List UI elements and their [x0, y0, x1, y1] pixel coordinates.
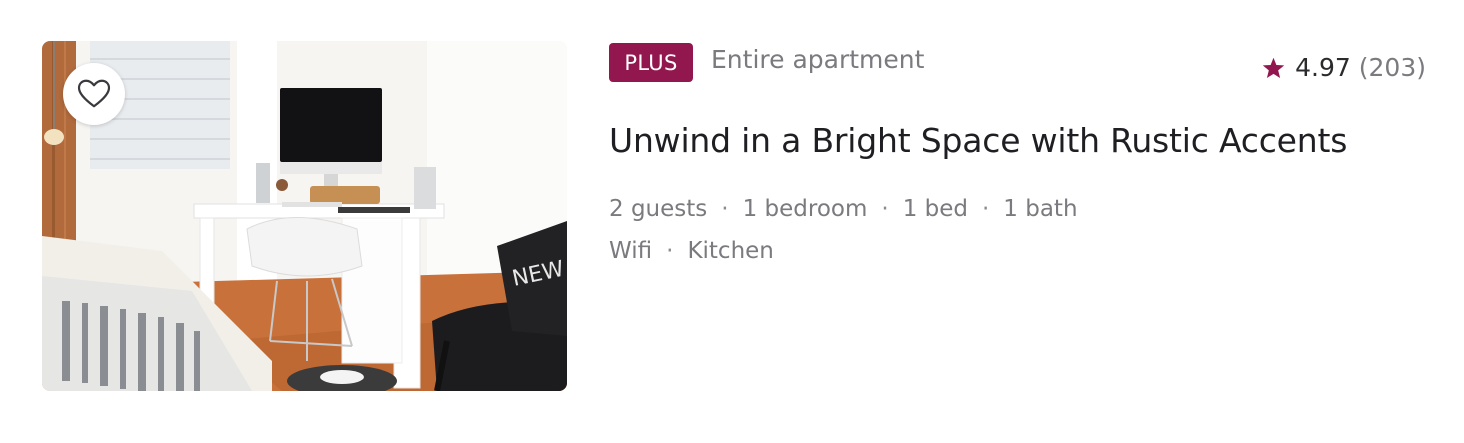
property-type: Entire apartment: [711, 45, 925, 74]
favorite-button[interactable]: [63, 63, 125, 125]
separator-dot: ·: [721, 196, 729, 222]
detail-beds: 1 bed: [902, 196, 968, 222]
listing-title[interactable]: Unwind in a Bright Space with Rustic Acc…: [609, 121, 1347, 160]
rating-score: 4.97: [1295, 53, 1351, 82]
separator-dot: ·: [881, 196, 889, 222]
rating: 4.97 (203): [1262, 53, 1426, 82]
separator-dot: ·: [981, 196, 990, 222]
amenity-wifi: Wifi: [609, 238, 653, 264]
star-icon: [1262, 57, 1285, 79]
detail-guests: 2 guests: [609, 196, 708, 222]
listing-details: 2 guests · 1 bedroom · 1 bed · 1 bath: [609, 196, 1078, 222]
separator-dot: ·: [666, 238, 674, 264]
heart-outline-icon: [77, 79, 111, 108]
review-count[interactable]: (203): [1359, 53, 1426, 82]
plus-badge: PLUS: [609, 43, 693, 82]
detail-baths: 1 bath: [1003, 196, 1078, 222]
listing-amenities: Wifi · Kitchen: [609, 238, 774, 264]
listing-card[interactable]: NEW YO PLUS Entire apartment 4.97 (203) …: [0, 0, 1464, 443]
detail-bedrooms: 1 bedroom: [742, 196, 868, 222]
amenity-kitchen: Kitchen: [687, 238, 774, 264]
